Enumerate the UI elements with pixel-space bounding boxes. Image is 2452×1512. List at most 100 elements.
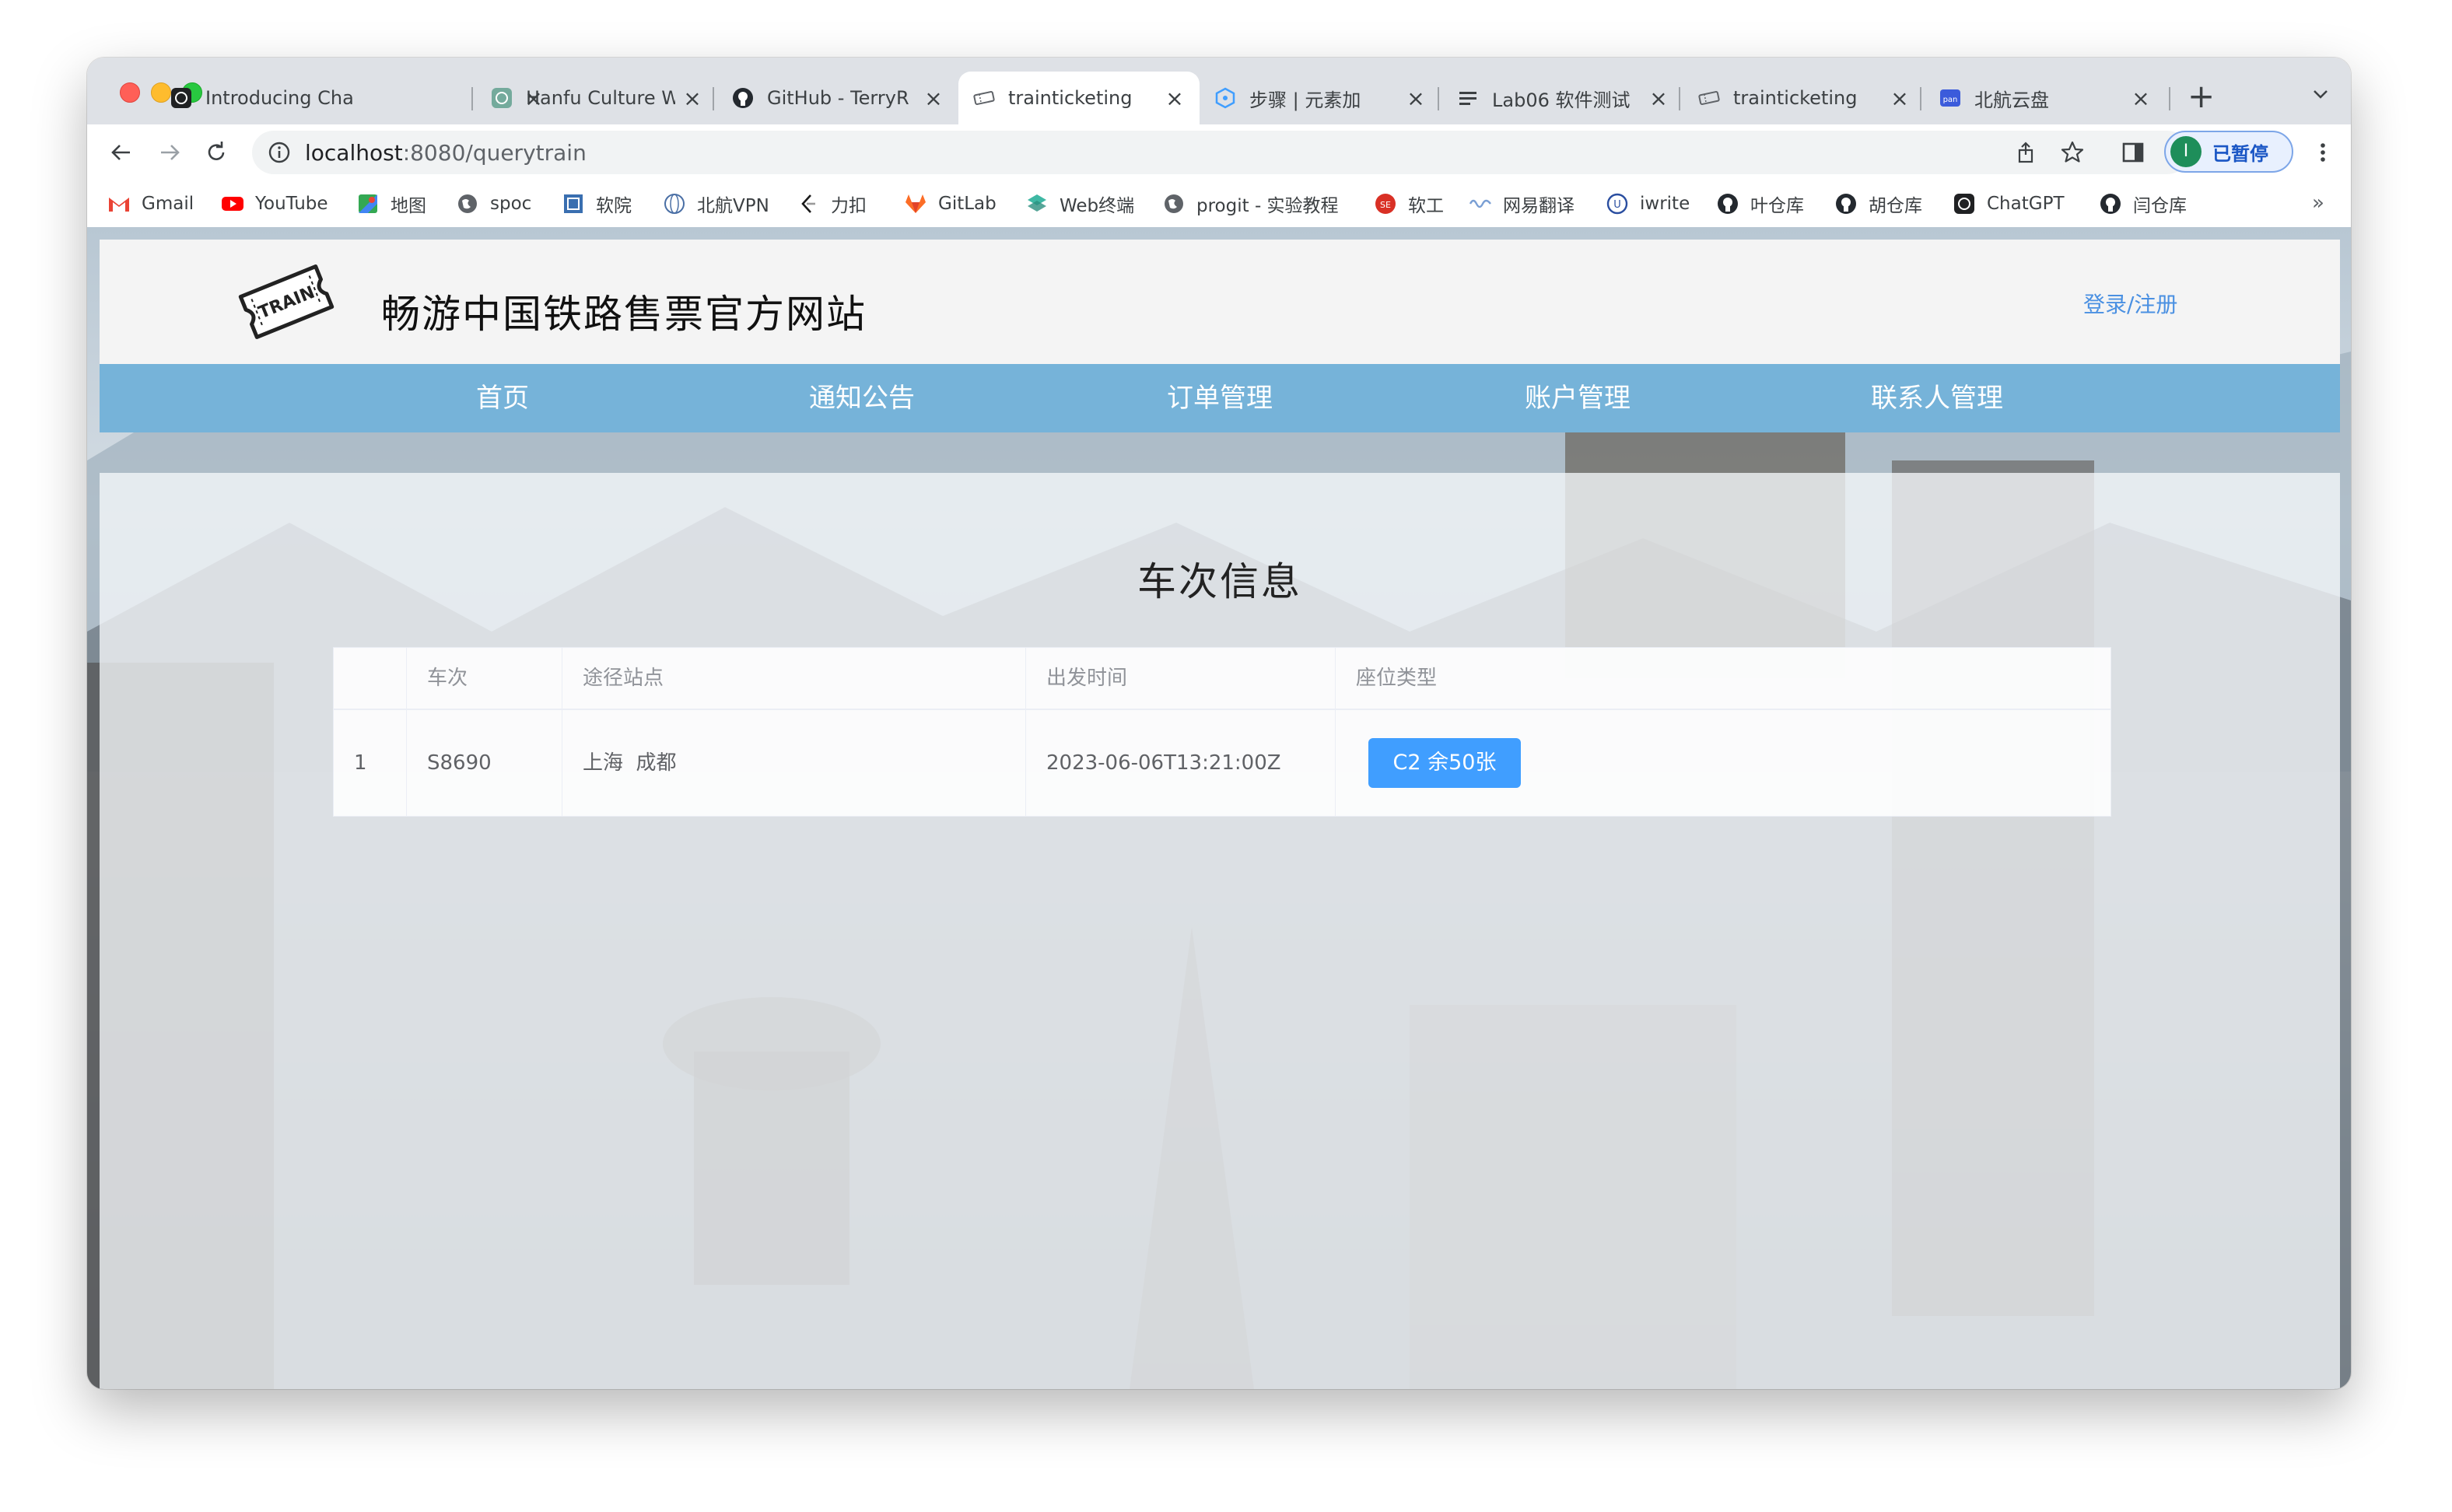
address-bar[interactable]: localhost:8080/querytrain: [252, 131, 2189, 174]
column-header-index: [334, 648, 407, 709]
cloud-disk-icon: pan: [1939, 86, 1962, 110]
tab-separator: [471, 87, 473, 110]
close-tab-icon[interactable]: ×: [2130, 86, 2152, 111]
site-info-icon[interactable]: [268, 141, 291, 164]
svg-text:U: U: [1613, 199, 1621, 211]
bookmark-youtube[interactable]: YouTube: [221, 190, 328, 218]
tab-separator: [2169, 87, 2170, 110]
profile-status-label: 已暂停: [2212, 142, 2268, 165]
close-tab-icon[interactable]: ×: [923, 86, 944, 111]
web-page: TRAIN 畅游中国铁路售票官方网站 登录/注册 首页 通知公告 订单管理 账户…: [87, 227, 2351, 1389]
cell-departure-time: 2023-06-06T13:21:00Z: [1026, 710, 1336, 816]
globe-icon: [456, 192, 479, 215]
share-icon[interactable]: [2012, 138, 2040, 166]
more-menu-icon[interactable]: [2309, 138, 2337, 166]
tab-strip: Introducing Cha × Hanfu Culture W × GitH…: [87, 58, 2351, 124]
se-icon: SE: [1374, 192, 1397, 215]
tab-trainticketing-2[interactable]: trainticketing ×: [1683, 72, 1925, 124]
nav-home[interactable]: 首页: [476, 364, 529, 432]
bookmark-gitlab[interactable]: GitLab: [904, 190, 997, 218]
close-tab-icon[interactable]: ×: [681, 86, 703, 111]
cell-index: 1: [334, 710, 407, 816]
column-header-seat-type: 座位类型: [1356, 667, 1438, 690]
tab-title: trainticketing: [1733, 87, 1858, 109]
train-info-panel: 车次信息 车次 途径站点 出发时间 座位类型 1 S8690 上海 成都 202…: [100, 473, 2340, 1389]
maps-icon: [356, 192, 380, 215]
bookmark-buaa-vpn[interactable]: 北航VPN: [663, 190, 769, 218]
bookmark-leetcode[interactable]: 力扣: [797, 190, 867, 218]
nav-orders[interactable]: 订单管理: [1167, 364, 1273, 432]
bookmark-ruangong[interactable]: SE 软工: [1374, 190, 1444, 218]
login-register-link[interactable]: 登录/注册: [2083, 288, 2177, 319]
youtube-icon: [221, 192, 244, 215]
train-table: 车次 途径站点 出发时间 座位类型 1 S8690 上海 成都 2023-06-…: [333, 647, 2111, 817]
back-button[interactable]: [103, 134, 140, 171]
bookmarks-bar: Gmail YouTube 地图 spoc 软院 北航VPN 力扣 GitLab…: [87, 180, 2351, 228]
terminal-icon: [1025, 192, 1049, 215]
side-panel-icon[interactable]: [2119, 138, 2147, 166]
tab-title: Lab06 软件测试: [1492, 89, 1631, 111]
close-tab-icon[interactable]: ×: [1405, 86, 1427, 111]
column-header-train: 车次: [407, 648, 562, 709]
openai-icon: [170, 86, 193, 110]
ticket-icon: [1697, 86, 1721, 110]
close-window-button[interactable]: [120, 82, 140, 103]
ticket-icon: [972, 86, 996, 110]
bookmark-hu-repo[interactable]: 胡仓库: [1834, 190, 1922, 218]
tab-title: Hanfu Culture W: [526, 87, 675, 109]
school-icon: [562, 192, 585, 215]
nav-account[interactable]: 账户管理: [1525, 364, 1631, 432]
section-title: 车次信息: [1137, 559, 1302, 604]
forward-button[interactable]: [151, 134, 188, 171]
tab-lab06[interactable]: Lab06 软件测试 ×: [1442, 72, 1683, 124]
vpn-icon: [663, 192, 686, 215]
cell-train-number: S8690: [407, 710, 562, 816]
reload-button[interactable]: [198, 134, 235, 171]
tab-hanfu-culture[interactable]: Hanfu Culture W ×: [476, 72, 717, 124]
tab-buaa-cloud-disk[interactable]: pan 北航云盘 ×: [1925, 72, 2166, 124]
new-tab-button[interactable]: +: [2188, 78, 2215, 115]
bookmark-iwrite[interactable]: U iwrite: [1606, 190, 1690, 218]
bookmark-gmail[interactable]: Gmail: [107, 190, 194, 218]
close-tab-icon[interactable]: ×: [1164, 86, 1186, 111]
profile-button[interactable]: I 已暂停: [2164, 131, 2293, 173]
bookmarks-overflow-button[interactable]: »: [2312, 191, 2324, 215]
gitlab-icon: [904, 192, 927, 215]
bookmark-star-icon[interactable]: [2058, 138, 2086, 166]
tab-github-terry[interactable]: GitHub - TerryR ×: [717, 72, 958, 124]
openai-icon: [1953, 192, 1976, 215]
bookmark-ye-repo[interactable]: 叶仓库: [1716, 190, 1804, 218]
bookmark-yan-repo[interactable]: 闫仓库: [2099, 190, 2187, 218]
seat-c2-button[interactable]: C2 余50张: [1368, 738, 1521, 788]
site-title: 畅游中国铁路售票官方网站: [381, 292, 867, 337]
github-icon: [1716, 192, 1739, 215]
bookmark-web-terminal[interactable]: Web终端: [1025, 190, 1134, 218]
bookmark-youdao-translate[interactable]: 网易翻译: [1469, 190, 1575, 218]
browser-toolbar: localhost:8080/querytrain I 已暂停: [87, 124, 2351, 180]
browser-window: Introducing Cha × Hanfu Culture W × GitH…: [87, 58, 2351, 1389]
doc-lines-icon: [1456, 86, 1480, 110]
tab-title: 北航云盘: [1974, 89, 2049, 111]
tab-title: trainticketing: [1008, 87, 1133, 109]
leetcode-icon: [797, 192, 820, 215]
bookmark-spoc[interactable]: spoc: [456, 190, 531, 218]
svg-text:pan: pan: [1943, 96, 1958, 104]
train-ticket-logo[interactable]: TRAIN: [232, 254, 341, 350]
bookmark-ruanyuan[interactable]: 软院: [562, 190, 632, 218]
tab-element-steps[interactable]: 步骤 | 元素加 ×: [1200, 72, 1441, 124]
tab-title: Introducing Cha: [205, 87, 354, 109]
close-tab-icon[interactable]: ×: [1889, 86, 1911, 111]
tab-trainticketing-active[interactable]: trainticketing ×: [958, 72, 1200, 124]
cell-stations: 上海 成都: [562, 710, 1026, 816]
close-tab-icon[interactable]: ×: [1648, 86, 1669, 111]
tab-search-chevron-icon[interactable]: [2310, 84, 2331, 104]
element-icon: [1214, 86, 1237, 110]
nav-contacts[interactable]: 联系人管理: [1871, 364, 2003, 432]
github-icon: [731, 86, 755, 110]
bookmark-maps[interactable]: 地图: [356, 190, 426, 218]
site-header: TRAIN 畅游中国铁路售票官方网站 登录/注册: [100, 240, 2340, 364]
bookmark-progit[interactable]: progit - 实验教程: [1162, 190, 1339, 218]
bookmark-chatgpt[interactable]: ChatGPT: [1953, 190, 2065, 218]
nav-notices[interactable]: 通知公告: [809, 364, 915, 432]
column-header-departure: 出发时间: [1026, 648, 1336, 709]
